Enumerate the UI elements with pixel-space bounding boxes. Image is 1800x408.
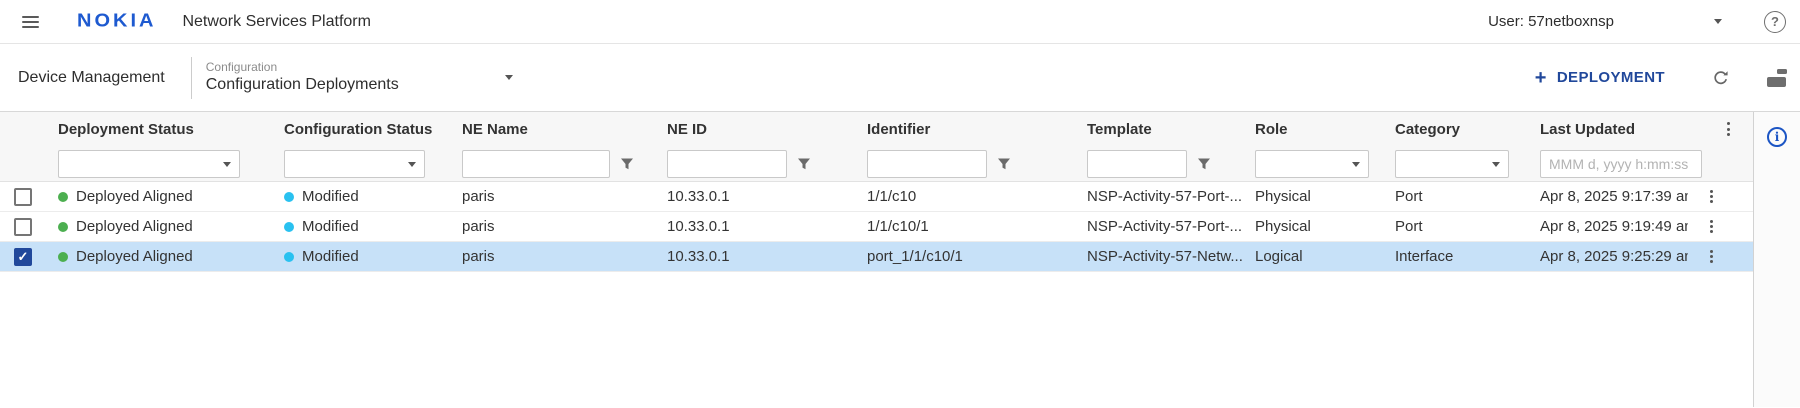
row-kebab-menu-icon[interactable] bbox=[1707, 245, 1716, 267]
col-header-category[interactable]: Category bbox=[1383, 121, 1528, 138]
template-value: NSP-Activity-57-Port-... bbox=[1075, 218, 1243, 235]
row-kebab-menu-icon[interactable] bbox=[1707, 215, 1716, 237]
ne-name-value: paris bbox=[450, 188, 655, 205]
add-deployment-button[interactable]: DEPLOYMENT bbox=[1535, 68, 1665, 88]
chevron-down-icon bbox=[408, 162, 416, 167]
filter-funnel-icon[interactable] bbox=[620, 157, 634, 171]
identifier-value: 1/1/c10 bbox=[855, 188, 1075, 205]
ne-name-filter-input[interactable] bbox=[462, 150, 610, 178]
table-row[interactable]: Deployed Aligned Modified paris 10.33.0.… bbox=[0, 242, 1753, 272]
chevron-down-icon bbox=[1352, 162, 1360, 167]
deployment-status-value: Deployed Aligned bbox=[76, 218, 193, 235]
status-dot-green bbox=[58, 222, 68, 232]
refresh-icon[interactable] bbox=[1711, 68, 1731, 88]
col-header-configuration-status[interactable]: Configuration Status bbox=[272, 121, 450, 138]
ne-id-value: 10.33.0.1 bbox=[655, 188, 855, 205]
configuration-status-filter-select[interactable] bbox=[284, 150, 425, 178]
deployment-status-filter-select[interactable] bbox=[58, 150, 240, 178]
info-icon[interactable] bbox=[1767, 127, 1787, 147]
col-header-ne-id[interactable]: NE ID bbox=[655, 121, 855, 138]
status-dot-green bbox=[58, 192, 68, 202]
configuration-status-value: Modified bbox=[302, 248, 359, 265]
category-filter-select[interactable] bbox=[1395, 150, 1509, 178]
role-filter-select[interactable] bbox=[1255, 150, 1369, 178]
filter-funnel-icon[interactable] bbox=[797, 157, 811, 171]
filter-funnel-icon[interactable] bbox=[1197, 157, 1211, 171]
row-checkbox[interactable] bbox=[14, 218, 32, 236]
row-kebab-menu-icon[interactable] bbox=[1707, 185, 1716, 207]
hamburger-icon[interactable] bbox=[22, 16, 39, 28]
filter-funnel-icon[interactable] bbox=[997, 157, 1011, 171]
divider bbox=[191, 57, 192, 99]
ne-id-value: 10.33.0.1 bbox=[655, 248, 855, 265]
ne-name-value: paris bbox=[450, 248, 655, 265]
plus-icon bbox=[1535, 68, 1547, 88]
role-value: Logical bbox=[1243, 248, 1383, 265]
deployment-status-value: Deployed Aligned bbox=[76, 188, 193, 205]
identifier-value: 1/1/c10/1 bbox=[855, 218, 1075, 235]
deployment-status-value: Deployed Aligned bbox=[76, 248, 193, 265]
ne-name-value: paris bbox=[450, 218, 655, 235]
table-filter-row bbox=[0, 146, 1753, 182]
col-header-deployment-status[interactable]: Deployment Status bbox=[46, 121, 272, 138]
configuration-status-value: Modified bbox=[302, 188, 359, 205]
col-header-last-updated[interactable]: Last Updated bbox=[1528, 121, 1705, 138]
ne-id-value: 10.33.0.1 bbox=[655, 218, 855, 235]
category-value: Port bbox=[1383, 188, 1528, 205]
breadcrumb[interactable]: Configuration Configuration Deployments bbox=[206, 60, 399, 95]
table-row[interactable]: Deployed Aligned Modified paris 10.33.0.… bbox=[0, 212, 1753, 242]
last-updated-value: Apr 8, 2025 9:17:39 am bbox=[1540, 188, 1688, 205]
nokia-logo[interactable]: NOKIA bbox=[77, 11, 156, 32]
col-header-role[interactable]: Role bbox=[1243, 121, 1383, 138]
top-bar: NOKIA Network Services Platform User: 57… bbox=[0, 0, 1800, 44]
toolbar: Device Management Configuration Configur… bbox=[0, 44, 1800, 112]
deployments-table: Deployment Status Configuration Status N… bbox=[0, 112, 1753, 407]
breadcrumb-page: Configuration Deployments bbox=[206, 75, 399, 95]
col-header-identifier[interactable]: Identifier bbox=[855, 121, 1075, 138]
breadcrumb-category: Configuration bbox=[206, 60, 399, 75]
add-deployment-label: DEPLOYMENT bbox=[1557, 69, 1665, 86]
role-value: Physical bbox=[1243, 218, 1383, 235]
template-value: NSP-Activity-57-Port-... bbox=[1075, 188, 1243, 205]
chevron-down-icon bbox=[1492, 162, 1500, 167]
table-row[interactable]: Deployed Aligned Modified paris 10.33.0.… bbox=[0, 182, 1753, 212]
col-header-template[interactable]: Template bbox=[1075, 121, 1243, 138]
ne-id-filter-input[interactable] bbox=[667, 150, 787, 178]
row-checkbox[interactable] bbox=[14, 248, 32, 266]
configuration-status-value: Modified bbox=[302, 218, 359, 235]
chevron-down-icon[interactable] bbox=[505, 75, 513, 80]
chevron-down-icon[interactable] bbox=[1714, 19, 1722, 24]
status-dot-cyan bbox=[284, 192, 294, 202]
app-title: Network Services Platform bbox=[182, 13, 371, 31]
last-updated-filter-input[interactable] bbox=[1540, 150, 1702, 178]
status-dot-cyan bbox=[284, 222, 294, 232]
app-name: Device Management bbox=[18, 69, 165, 87]
info-panel bbox=[1753, 112, 1800, 407]
identifier-value: port_1/1/c10/1 bbox=[855, 248, 1075, 265]
template-filter-input[interactable] bbox=[1087, 150, 1187, 178]
kebab-menu-icon[interactable] bbox=[1724, 118, 1733, 140]
last-updated-value: Apr 8, 2025 9:25:29 am bbox=[1540, 248, 1688, 265]
status-dot-green bbox=[58, 252, 68, 262]
last-updated-value: Apr 8, 2025 9:19:49 am bbox=[1540, 218, 1688, 235]
col-header-ne-name[interactable]: NE Name bbox=[450, 121, 655, 138]
chevron-down-icon bbox=[223, 162, 231, 167]
help-icon[interactable] bbox=[1764, 11, 1786, 33]
row-checkbox[interactable] bbox=[14, 188, 32, 206]
status-dot-cyan bbox=[284, 252, 294, 262]
column-settings-icon[interactable] bbox=[1767, 69, 1787, 87]
category-value: Interface bbox=[1383, 248, 1528, 265]
template-value: NSP-Activity-57-Netw... bbox=[1075, 248, 1243, 265]
main-content: Deployment Status Configuration Status N… bbox=[0, 112, 1800, 407]
table-header-row: Deployment Status Configuration Status N… bbox=[0, 112, 1753, 146]
category-value: Port bbox=[1383, 218, 1528, 235]
role-value: Physical bbox=[1243, 188, 1383, 205]
user-menu-label[interactable]: User: 57netboxnsp bbox=[1488, 13, 1614, 30]
identifier-filter-input[interactable] bbox=[867, 150, 987, 178]
